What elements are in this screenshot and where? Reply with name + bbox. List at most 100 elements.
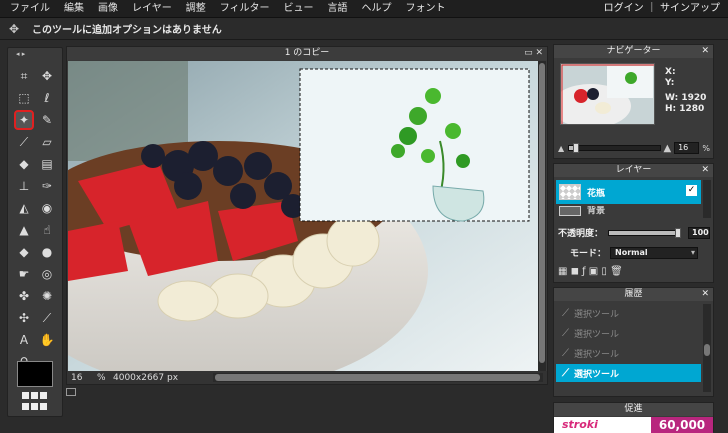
smudge-icon[interactable]: ☝	[37, 220, 57, 240]
layers-header: レイヤー ✕	[554, 164, 713, 177]
menu-filter[interactable]: フィルター	[213, 0, 277, 18]
promo-number: 60,000	[651, 417, 713, 433]
burn-icon[interactable]: ☛	[14, 264, 34, 284]
menu-view[interactable]: ビュー	[277, 0, 321, 18]
history-item[interactable]: ⟋ 選択ツール	[556, 304, 701, 322]
history-close-icon[interactable]: ✕	[701, 288, 709, 301]
eraser-icon[interactable]: ▱	[37, 132, 57, 152]
hand-icon[interactable]: ✋	[37, 330, 57, 350]
document-status-bar: 16 % 4000x2667 px	[67, 371, 547, 384]
layers-close-icon[interactable]: ✕	[701, 164, 709, 177]
navigator-zoom-input[interactable]: 16	[674, 142, 700, 154]
pencil-icon[interactable]: ✎	[37, 110, 57, 130]
account-links[interactable]: ログイン ｜ サインアップ	[604, 0, 720, 18]
menu-adjust[interactable]: 調整	[179, 0, 213, 18]
layers-scrollbar[interactable]	[703, 180, 711, 218]
type-icon[interactable]: A	[14, 330, 34, 350]
more-tools-icon[interactable]	[22, 392, 50, 412]
document-horizontal-scrollbar[interactable]	[213, 373, 543, 382]
stamp-icon[interactable]: ⊥	[14, 176, 34, 196]
pinch-icon[interactable]: ✣	[14, 308, 34, 328]
document-title: 1 のコピー	[284, 48, 330, 58]
drawing-icon[interactable]: ◭	[14, 198, 34, 218]
layer-item[interactable]: 背景	[556, 206, 701, 216]
promo-title: 促進	[624, 404, 643, 414]
magic-wand-icon: ⟋	[562, 327, 569, 339]
sharpen-icon[interactable]: ▲	[14, 220, 34, 240]
menu-image[interactable]: 画像	[91, 0, 125, 18]
history-item-active[interactable]: ⟋ 選択ツール	[556, 364, 701, 382]
promo-header: 促進	[554, 403, 713, 416]
spot-heal-icon[interactable]: ✤	[14, 286, 34, 306]
history-item[interactable]: ⟋ 選択ツール	[556, 324, 701, 342]
opacity-input[interactable]: 100	[688, 226, 710, 239]
image-size: 4000x2667 px	[113, 372, 179, 383]
layer-item[interactable]: 花瓶 ✓	[556, 180, 701, 204]
magic-wand-icon[interactable]: ✦	[14, 110, 34, 130]
move-tool-icon: ✥	[8, 21, 20, 36]
y-label: Y:	[665, 78, 675, 88]
opacity-slider[interactable]	[608, 227, 681, 238]
menu-edit[interactable]: 編集	[57, 0, 91, 18]
history-header: 履歴 ✕	[554, 288, 713, 301]
dodge-icon[interactable]: ●	[37, 242, 57, 262]
fullscreen-icon[interactable]	[66, 388, 76, 396]
toolbox-collapse-arrows[interactable]: ◂ ▸	[8, 48, 62, 60]
navigator-header: ナビゲーター ✕	[554, 45, 713, 58]
mode-label: モード：	[569, 249, 606, 259]
navigator-thumbnail[interactable]	[560, 63, 655, 125]
document-window-controls[interactable]: ▭ ✕	[524, 47, 543, 60]
magic-wand-icon: ⟋	[562, 367, 569, 379]
layers-panel: レイヤー ✕ 花瓶 ✓ 背景 不透明度： 100 モード： Normal ▦ ◼…	[553, 163, 714, 283]
color-replace-icon[interactable]: ✑	[37, 176, 57, 196]
opacity-label: 不透明度：	[558, 229, 604, 239]
toolbox-arrows[interactable]: ◂ ▸	[16, 50, 25, 58]
move-icon[interactable]: ✥	[37, 66, 57, 86]
image-canvas[interactable]	[68, 61, 538, 371]
toolbox: ◂ ▸ ⌗✥⬚ℓ✦✎⟋▱◆▤⊥✑◭◉▲☝◆●☛◎✤✺✣⟋A✋⚲	[7, 47, 63, 417]
promo-banner[interactable]: stroki 60,000	[554, 417, 713, 433]
x-label: X:	[665, 67, 676, 77]
opacity-row: 不透明度： 100	[558, 226, 710, 239]
sponge-icon[interactable]: ◆	[14, 242, 34, 262]
zoom-value[interactable]: 16	[67, 373, 97, 383]
history-item[interactable]: ⟋ 選択ツール	[556, 344, 701, 362]
color-picker-icon[interactable]: ⟋	[37, 308, 57, 328]
options-bar: ✥ このツールに追加オプションはありません	[0, 18, 728, 40]
red-eye-icon[interactable]: ◎	[37, 264, 57, 284]
history-scrollbar[interactable]	[703, 304, 711, 392]
document-header: 1 のコピー ▭ ✕	[67, 47, 547, 60]
menu-language[interactable]: 言語	[321, 0, 355, 18]
marquee-icon[interactable]: ⬚	[14, 88, 34, 108]
menu-layer[interactable]: レイヤー	[125, 0, 179, 18]
zoom-in-icon[interactable]: ▲	[661, 143, 675, 154]
bucket-icon[interactable]: ◆	[14, 154, 34, 174]
navigator-info: X: Y: W: 1920 H: 1280	[665, 67, 706, 115]
navigator-title: ナビゲーター	[606, 46, 661, 56]
magic-wand-icon: ⟋	[562, 347, 569, 359]
zoom-out-icon[interactable]: ▲	[558, 144, 568, 153]
navigator-close-icon[interactable]: ✕	[701, 45, 709, 58]
navigator-zoom-row: ▲ ▲ 16 %	[558, 142, 710, 154]
mode-row: モード： Normal	[558, 246, 698, 259]
lasso-icon[interactable]: ℓ	[37, 88, 57, 108]
color-swatch[interactable]	[17, 361, 53, 387]
menu-file[interactable]: ファイル	[0, 0, 57, 18]
bloat-icon[interactable]: ✺	[37, 286, 57, 306]
layer-name: 背景	[587, 206, 606, 216]
menu-font[interactable]: フォント	[399, 0, 453, 18]
blend-mode-select[interactable]: Normal	[610, 246, 698, 259]
blur-icon[interactable]: ◉	[37, 198, 57, 218]
layer-buttons[interactable]: ▦ ◼ ƒ ▣ ▯ 🗑	[558, 266, 623, 277]
crop-icon[interactable]: ⌗	[14, 66, 34, 86]
layer-visibility-checkbox[interactable]: ✓	[686, 185, 697, 196]
history-item-label: 選択ツール	[574, 369, 620, 380]
document-vertical-scrollbar[interactable]	[538, 61, 546, 371]
history-item-label: 選択ツール	[574, 349, 620, 360]
gradient-icon[interactable]: ▤	[37, 154, 57, 174]
menu-help[interactable]: ヘルプ	[355, 0, 399, 18]
navigator-zoom-slider[interactable]	[567, 143, 661, 153]
layer-thumbnail	[559, 184, 581, 200]
brush-icon[interactable]: ⟋	[14, 132, 34, 152]
navigator-zoom-unit: %	[702, 143, 710, 153]
